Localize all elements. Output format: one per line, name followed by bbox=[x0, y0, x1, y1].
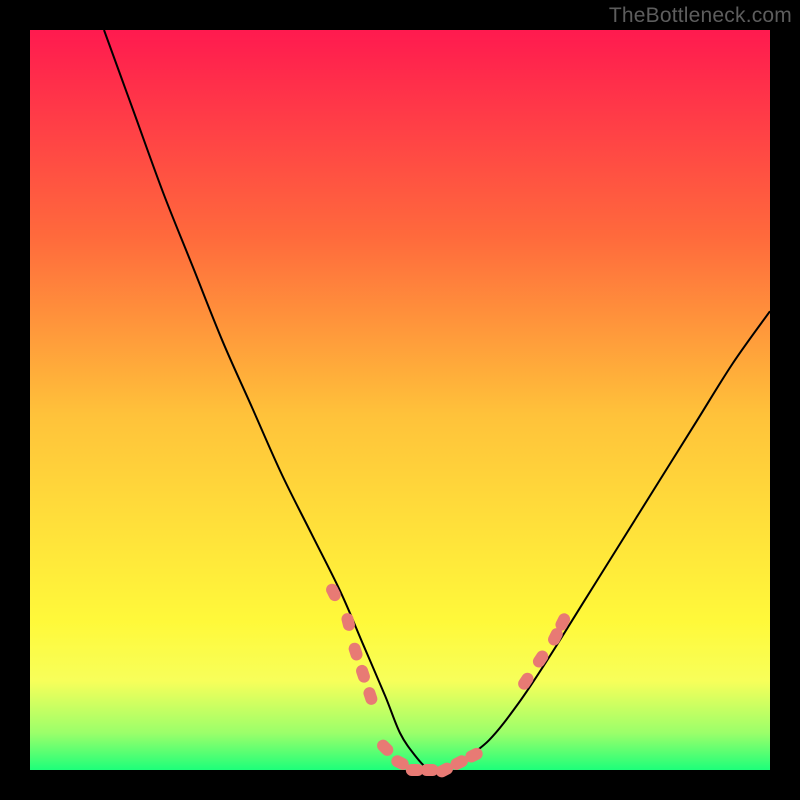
chart-frame: TheBottleneck.com bbox=[0, 0, 800, 800]
bottleneck-curve bbox=[104, 30, 770, 771]
highlight-point bbox=[324, 582, 343, 603]
highlight-point bbox=[375, 737, 396, 758]
highlight-point bbox=[362, 686, 379, 707]
highlight-point bbox=[347, 641, 364, 662]
watermark-text: TheBottleneck.com bbox=[609, 4, 792, 28]
highlight-point bbox=[516, 670, 536, 692]
chart-plot-area bbox=[30, 30, 770, 770]
highlight-point bbox=[531, 648, 551, 670]
highlight-point bbox=[354, 663, 371, 684]
highlight-point bbox=[340, 612, 356, 632]
chart-svg bbox=[30, 30, 770, 770]
